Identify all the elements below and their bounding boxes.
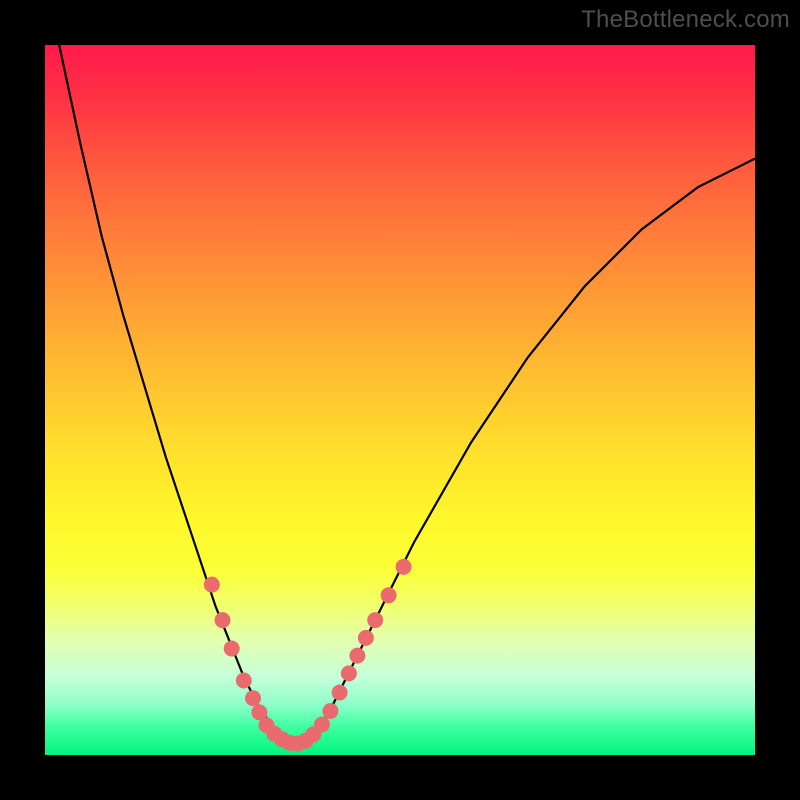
highlight-dot [349, 648, 365, 664]
highlight-dot [332, 685, 348, 701]
plot-area [45, 45, 755, 755]
highlight-dot [215, 612, 231, 628]
chart-frame: TheBottleneck.com [0, 0, 800, 800]
highlight-dot [236, 673, 252, 689]
highlight-dot [322, 703, 338, 719]
highlight-dots [204, 559, 412, 752]
curve-layer [45, 0, 755, 748]
highlight-dot [341, 665, 357, 681]
watermark-text: TheBottleneck.com [581, 6, 790, 34]
highlight-dot [396, 559, 412, 575]
highlight-dot [245, 690, 261, 706]
highlight-dot [381, 587, 397, 603]
highlight-dot [204, 577, 220, 593]
curve-svg [45, 45, 755, 755]
highlight-dot [314, 717, 330, 733]
highlight-dot [367, 612, 383, 628]
highlight-dot [224, 641, 240, 657]
bottleneck-curve [45, 0, 755, 748]
highlight-dot [358, 630, 374, 646]
